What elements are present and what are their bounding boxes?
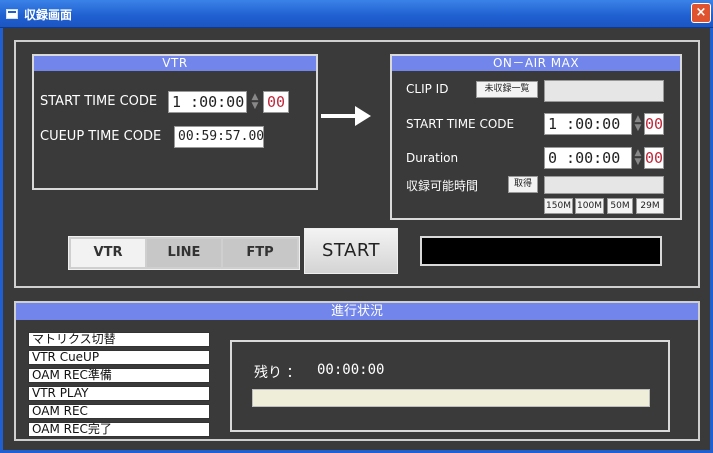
progress-step: OAM REC完了 [28, 422, 210, 437]
recordable-time-value [544, 176, 664, 194]
clip-id-label: CLIP ID [406, 82, 449, 96]
vtr-start-tc-label: START TIME CODE [40, 94, 158, 109]
progress-step: OAM REC [28, 404, 210, 419]
unrecorded-list-button[interactable]: 未収録一覧 [476, 81, 538, 98]
size-29m-button[interactable]: 29M [636, 198, 664, 214]
vtr-header: VTR [34, 56, 316, 71]
oam-start-tc-spinner[interactable]: ▲ ▼ [633, 115, 643, 133]
progress-step: マトリクス切替 [28, 332, 210, 347]
vtr-cueup-tc-label: CUEUP TIME CODE [40, 129, 162, 144]
oam-start-tc-label: START TIME CODE [406, 117, 515, 131]
mode-tab-ftp[interactable]: FTP [223, 239, 297, 267]
duration-frames[interactable]: 00 [644, 147, 664, 169]
progress-step: VTR CueUP [28, 350, 210, 365]
mode-tab-line[interactable]: LINE [147, 239, 221, 267]
size-50m-button[interactable]: 50M [607, 198, 633, 214]
window-title: 収録画面 [24, 8, 73, 22]
vtr-cueup-tc-value: 00:59:57.00 [174, 126, 264, 148]
oam-start-tc-frames[interactable]: 00 [644, 113, 664, 135]
start-button[interactable]: START [304, 228, 398, 274]
source-mode-selector: VTR LINE FTP [68, 236, 300, 270]
progress-bar [252, 389, 650, 407]
window-icon [6, 9, 18, 19]
vtr-start-tc-spinner[interactable]: ▲ ▼ [250, 93, 260, 111]
duration-label: Duration [406, 151, 459, 165]
vtr-start-tc-input[interactable]: 1 :00:00 [168, 91, 247, 113]
progress-step: VTR PLAY [28, 386, 210, 401]
recordable-time-label: 収録可能時間 [406, 179, 479, 193]
vtr-section: VTR START TIME CODE 1 :00:00 ▲ ▼ 00 CUEUP… [32, 54, 318, 190]
remaining-time-value: 00:00:00 [317, 362, 385, 378]
progress-step: OAM REC準備 [28, 368, 210, 383]
onair-max-header: ON－AIR MAX [392, 56, 680, 71]
get-recordable-time-button[interactable]: 取得 [508, 176, 538, 193]
remaining-time-box: 残り ： 00:00:00 [230, 340, 670, 432]
duration-input[interactable]: 0 :00:00 [544, 147, 632, 169]
recording-settings-panel: VTR START TIME CODE 1 :00:00 ▲ ▼ 00 CUEUP… [14, 40, 700, 288]
oam-start-tc-input[interactable]: 1 :00:00 [544, 113, 632, 135]
mode-tab-vtr[interactable]: VTR [71, 239, 145, 267]
onair-max-section: ON－AIR MAX CLIP ID 未収録一覧 START TIME CODE… [390, 54, 682, 220]
clip-id-input[interactable] [544, 80, 664, 102]
right-arrow-icon [321, 106, 371, 126]
vtr-start-tc-frames[interactable]: 00 [263, 91, 289, 113]
title-bar: 収録画面 × [0, 0, 713, 28]
progress-panel: 進行状況 マトリクス切替 VTR CueUP OAM REC準備 VTR PLA… [14, 301, 700, 441]
status-display [420, 236, 662, 266]
close-button[interactable]: × [691, 3, 711, 23]
size-150m-button[interactable]: 150M [544, 198, 573, 214]
duration-spinner[interactable]: ▲ ▼ [633, 149, 643, 167]
progress-header: 進行状況 [16, 303, 698, 320]
remaining-time-label: 残り ： [254, 365, 301, 381]
progress-steps-list: マトリクス切替 VTR CueUP OAM REC準備 VTR PLAY OAM… [28, 332, 210, 440]
size-100m-button[interactable]: 100M [575, 198, 604, 214]
